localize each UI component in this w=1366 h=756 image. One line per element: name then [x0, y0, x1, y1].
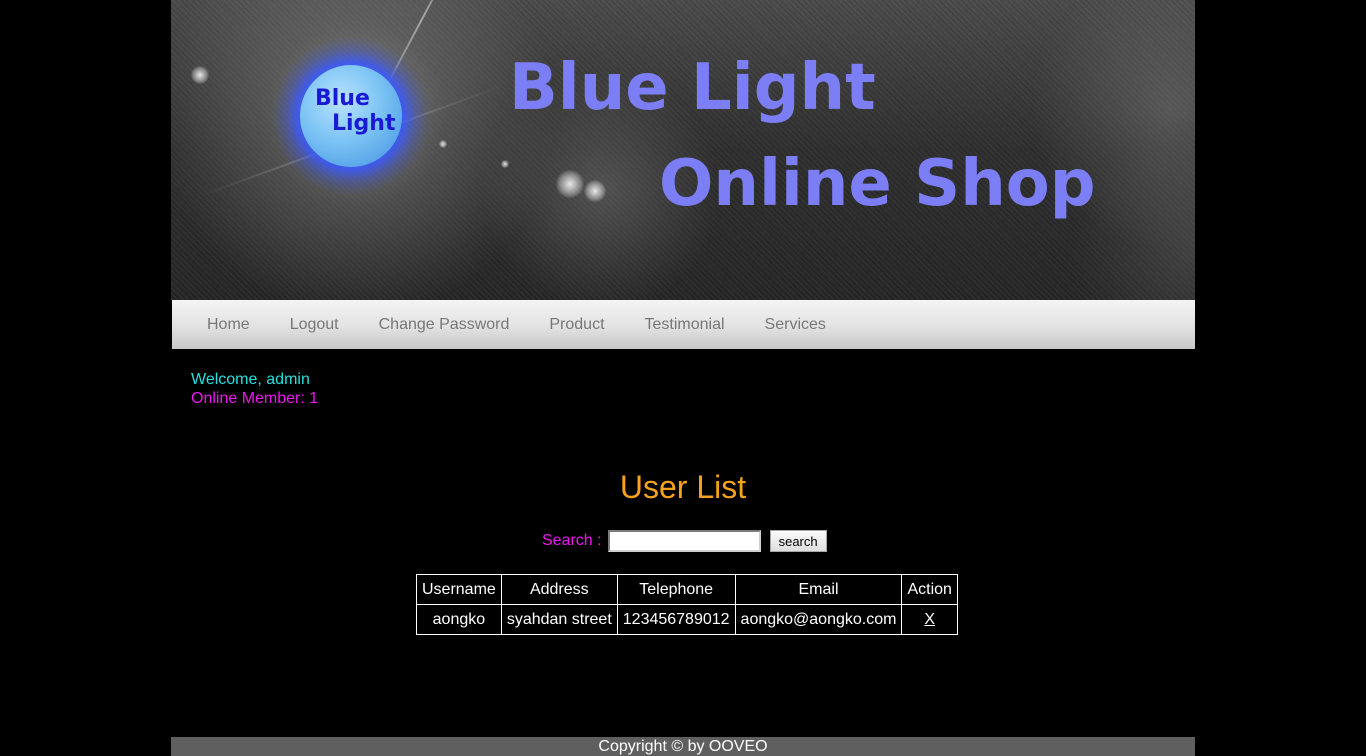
nav-testimonial[interactable]: Testimonial	[625, 316, 745, 334]
lens-flare-dot	[556, 170, 584, 198]
lens-flare-dot	[584, 180, 606, 202]
page: Blue Light Blue Light Online Shop Home L…	[0, 0, 1366, 756]
nav-home[interactable]: Home	[187, 316, 270, 334]
welcome-message: Welcome, admin	[191, 371, 310, 388]
column-header-address: Address	[500, 574, 618, 605]
footer-copyright: Copyright © by OOVEO	[171, 737, 1195, 756]
column-header-email: Email	[734, 574, 903, 605]
column-header-telephone: Telephone	[616, 574, 736, 605]
lens-flare-dot	[191, 66, 209, 84]
logo-text-line2: Light	[332, 111, 396, 136]
cell-address: syahdan street	[500, 604, 618, 635]
nav-product[interactable]: Product	[529, 316, 624, 334]
cell-email: aongko@aongko.com	[734, 604, 903, 635]
site-container: Blue Light Blue Light Online Shop Home L…	[171, 0, 1195, 756]
site-title-line1: Blue Light	[509, 51, 876, 125]
table-header-row: Username Address Telephone Email Action	[416, 574, 958, 605]
lens-flare-dot	[501, 160, 509, 168]
user-table: Username Address Telephone Email Action …	[416, 574, 958, 635]
online-member-count: Online Member: 1	[191, 390, 319, 407]
column-header-username: Username	[416, 574, 502, 605]
lens-flare-dot	[439, 140, 447, 148]
logo-text-line1: Blue	[315, 86, 370, 111]
search-bar: Search : search	[542, 529, 827, 553]
search-label: Search :	[542, 532, 602, 549]
cell-telephone: 123456789012	[616, 604, 736, 635]
search-input[interactable]	[607, 530, 761, 552]
column-header-action: Action	[901, 574, 958, 605]
header-banner: Blue Light Blue Light Online Shop	[171, 0, 1195, 300]
nav-services[interactable]: Services	[745, 316, 846, 334]
main-nav: Home Logout Change Password Product Test…	[172, 300, 1195, 349]
cell-action: X	[901, 604, 958, 635]
cell-username: aongko	[416, 604, 502, 635]
search-button[interactable]: search	[769, 530, 827, 552]
site-title-line2: Online Shop	[659, 147, 1096, 221]
page-title: User List	[619, 469, 747, 505]
nav-logout[interactable]: Logout	[270, 316, 359, 334]
table-row: aongko syahdan street 123456789012 aongk…	[416, 604, 958, 635]
nav-change-password[interactable]: Change Password	[359, 316, 530, 334]
delete-user-link[interactable]: X	[924, 611, 935, 628]
